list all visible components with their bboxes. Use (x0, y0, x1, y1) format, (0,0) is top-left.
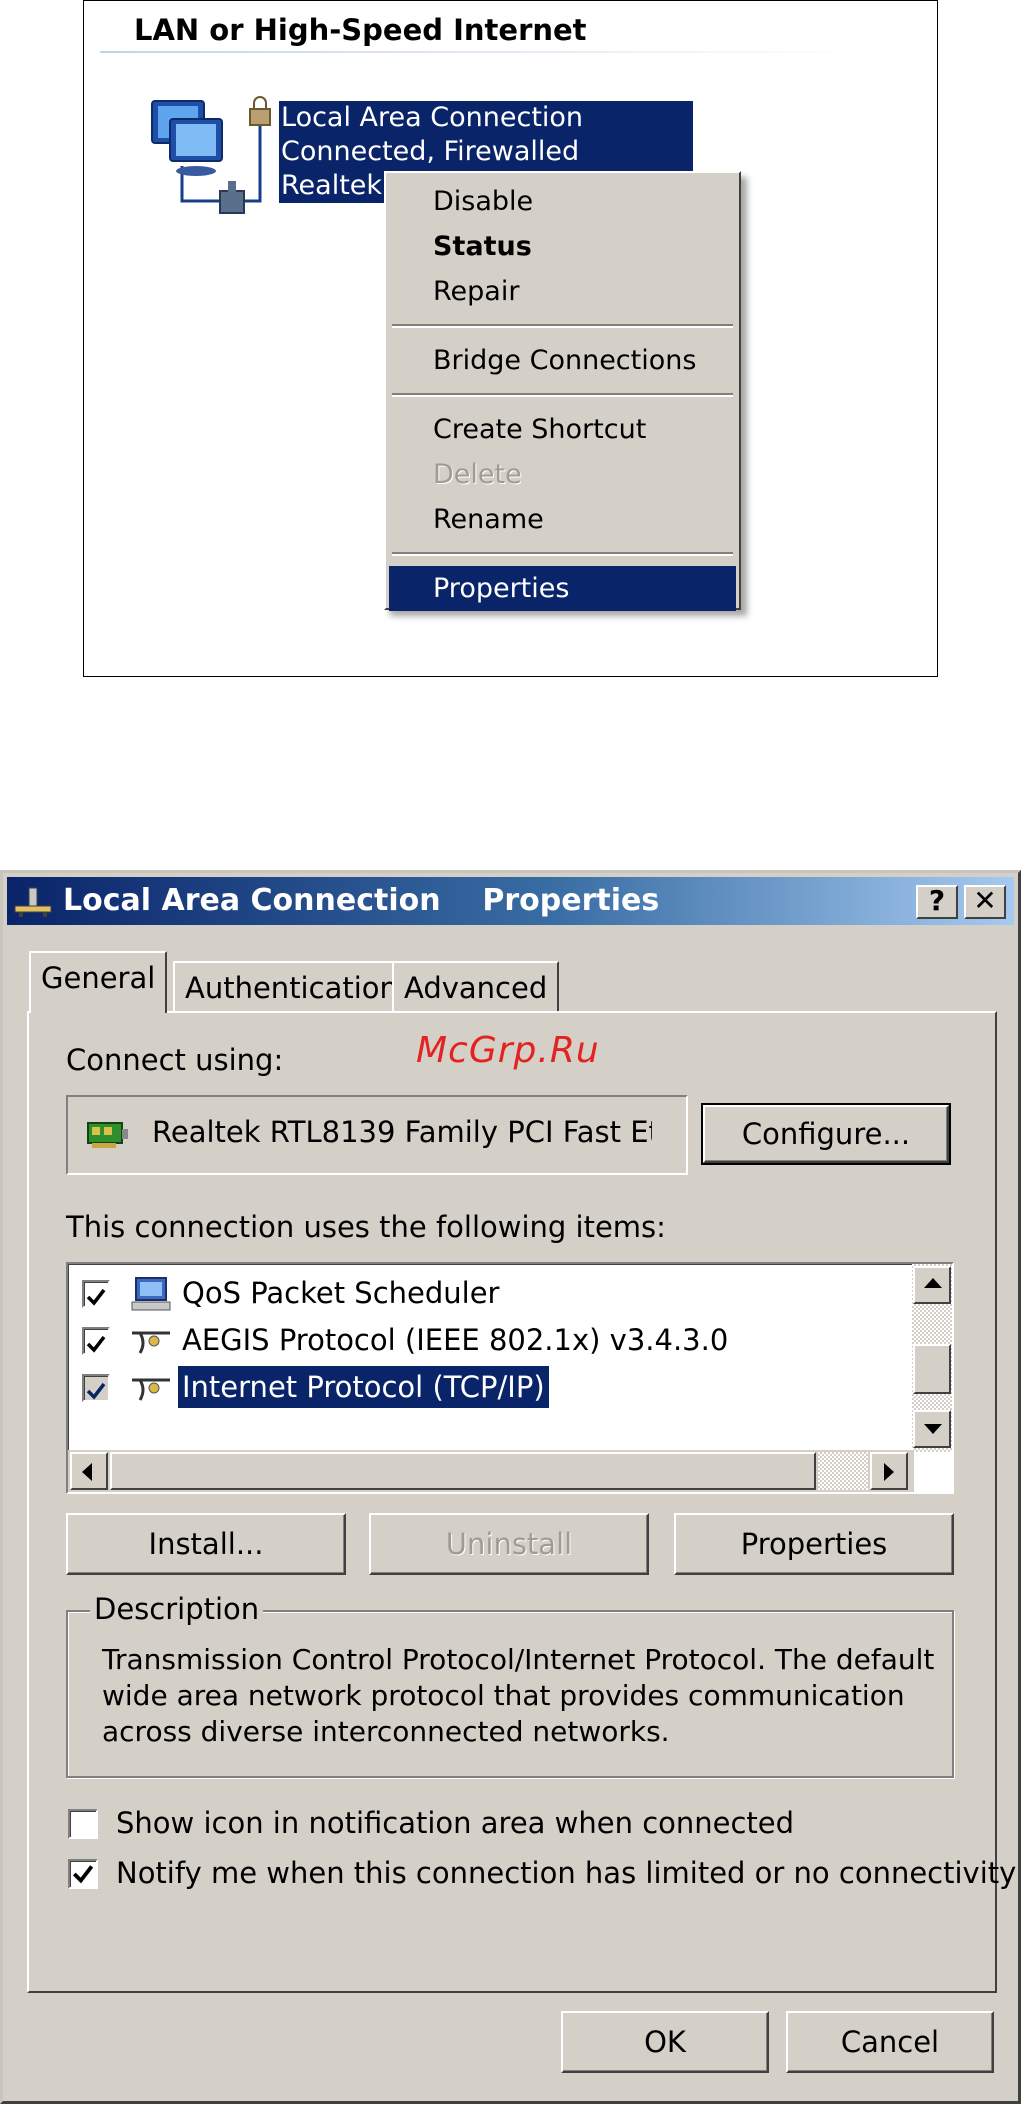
dialog-title-part2: Properties (482, 883, 660, 918)
title-bar[interactable]: Local Area Connection Properties ? ✕ (7, 877, 1014, 925)
dialog-title-part1: Local Area Connection (63, 883, 441, 918)
check-icon (72, 1865, 94, 1884)
adapter-name: Realtek RTL8139 Family PCI Fast Eth (152, 1115, 652, 1149)
install-button[interactable]: Install... (66, 1513, 346, 1575)
menu-item-create-shortcut[interactable]: Create Shortcut (389, 407, 736, 452)
watermark: McGrp.Ru (416, 1030, 600, 1071)
menu-item-disable[interactable]: Disable (389, 179, 736, 224)
protocol-icon (130, 1370, 172, 1413)
scroll-right-button[interactable] (870, 1452, 908, 1490)
tab-authentication[interactable]: Authentication (173, 961, 410, 1013)
list-item[interactable]: AEGIS Protocol (IEEE 802.1x) v3.4.3.0 (82, 1319, 882, 1361)
description-legend: Description (90, 1592, 264, 1626)
network-connection-icon[interactable] (142, 91, 272, 225)
scroll-up-button[interactable] (913, 1266, 951, 1304)
arrow-left-icon (82, 1463, 92, 1481)
item-checkbox[interactable] (82, 1374, 110, 1402)
ok-button[interactable]: OK (561, 2011, 769, 2073)
items-list[interactable]: QoS Packet Scheduler AEGIS Protocol (IEE… (66, 1262, 954, 1494)
arrow-right-icon (884, 1463, 894, 1481)
items-label: This connection uses the following items… (66, 1210, 666, 1244)
tab-advanced[interactable]: Advanced (392, 961, 560, 1013)
item-checkbox[interactable] (82, 1327, 110, 1355)
list-item[interactable]: QoS Packet Scheduler (82, 1272, 882, 1314)
network-icon (13, 885, 53, 933)
uninstall-button-label: Uninstall (445, 1527, 573, 1561)
menu-item-properties[interactable]: Properties (389, 566, 736, 611)
menu-item-rename[interactable]: Rename (389, 497, 736, 542)
group-divider (100, 51, 860, 53)
check-icon (86, 1382, 106, 1400)
network-connections-panel: LAN or High-Speed Internet Local Area Co… (83, 0, 938, 677)
item-label: AEGIS Protocol (IEEE 802.1x) v3.4.3.0 (182, 1323, 729, 1357)
install-button-label: Install... (148, 1527, 264, 1561)
cancel-button[interactable]: Cancel (786, 2011, 994, 2073)
menu-separator (392, 324, 733, 328)
description-group: Description Transmission Control Protoco… (66, 1592, 954, 1778)
tab-general[interactable]: General (29, 951, 168, 1013)
dialog-title: Local Area Connection Properties (63, 877, 659, 925)
scroll-down-button[interactable] (913, 1410, 951, 1448)
show-icon-checkbox[interactable] (68, 1809, 98, 1839)
item-properties-button[interactable]: Properties (674, 1513, 954, 1575)
configure-button[interactable]: Configure... (701, 1103, 951, 1165)
item-label-selected: Internet Protocol (TCP/IP) (177, 1365, 550, 1409)
adapter-field: Realtek RTL8139 Family PCI Fast Eth (66, 1095, 688, 1175)
arrow-down-icon (924, 1424, 942, 1434)
menu-item-status[interactable]: Status (389, 224, 736, 269)
context-menu: Disable Status Repair Bridge Connections… (384, 171, 741, 611)
check-icon (86, 1288, 106, 1306)
scroll-left-button[interactable] (70, 1452, 108, 1490)
connect-using-label: Connect using: (66, 1043, 284, 1077)
scroll-track[interactable] (818, 1452, 868, 1490)
list-item[interactable]: Internet Protocol (TCP/IP) (82, 1365, 882, 1409)
item-label: QoS Packet Scheduler (182, 1276, 500, 1310)
protocol-icon (130, 1323, 172, 1366)
help-button[interactable]: ? (916, 885, 958, 919)
item-checkbox[interactable] (82, 1280, 110, 1308)
arrow-up-icon (924, 1278, 942, 1288)
item-properties-button-label: Properties (740, 1527, 888, 1561)
uninstall-button: Uninstall (369, 1513, 649, 1575)
menu-separator (392, 552, 733, 556)
description-text: Transmission Control Protocol/Internet P… (102, 1643, 935, 1748)
scroll-thumb[interactable] (913, 1344, 951, 1394)
notify-checkbox[interactable] (68, 1859, 98, 1889)
check-icon (86, 1335, 106, 1353)
qos-scheduler-icon (130, 1276, 172, 1319)
show-icon-label[interactable]: Show icon in notification area when conn… (116, 1806, 794, 1840)
ok-button-label: OK (644, 2025, 686, 2059)
vertical-scrollbar[interactable] (912, 1264, 952, 1452)
connection-status: Connected, Firewalled (281, 136, 580, 167)
cancel-button-label: Cancel (840, 2025, 940, 2059)
menu-item-delete: Delete (433, 459, 522, 490)
menu-item-repair[interactable]: Repair (389, 269, 736, 314)
notify-label[interactable]: Notify me when this connection has limit… (116, 1856, 1016, 1890)
horizontal-scrollbar[interactable] (68, 1450, 914, 1492)
scroll-thumb-horizontal[interactable] (110, 1452, 816, 1490)
menu-item-bridge-connections[interactable]: Bridge Connections (389, 338, 736, 383)
group-header: LAN or High-Speed Internet (134, 13, 587, 47)
network-adapter-icon (86, 1119, 130, 1155)
menu-separator (392, 393, 733, 397)
close-button[interactable]: ✕ (964, 885, 1006, 919)
connection-name: Local Area Connection (281, 102, 584, 133)
configure-button-label: Configure... (741, 1117, 911, 1151)
